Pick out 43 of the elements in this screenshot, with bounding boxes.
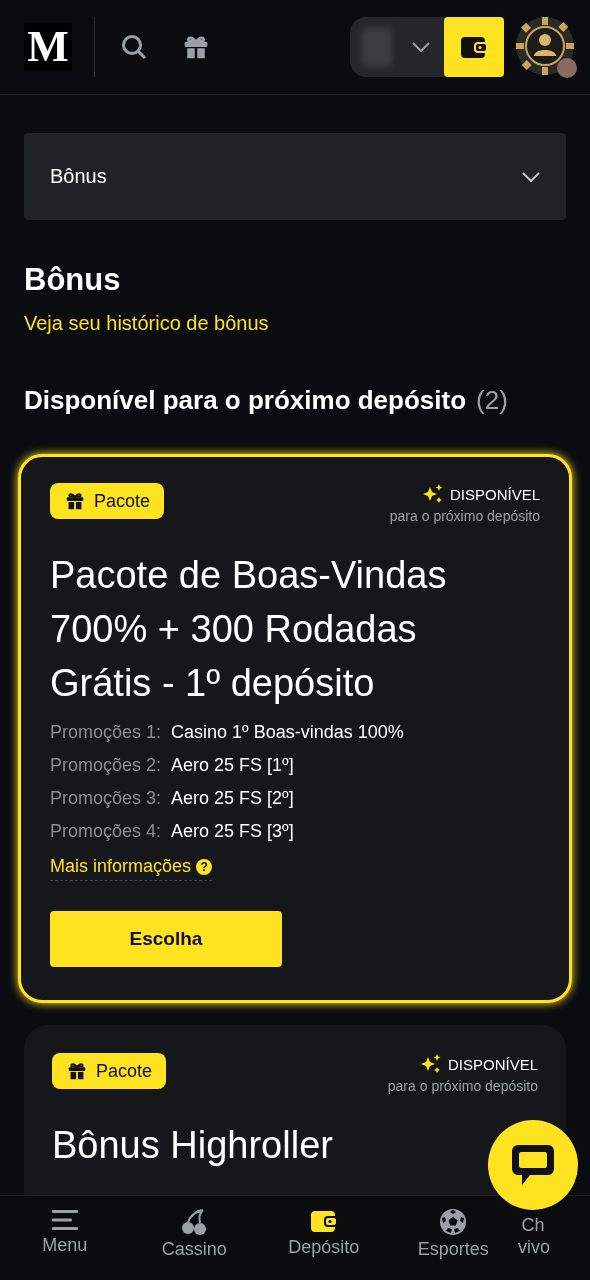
logo[interactable]: M	[24, 23, 72, 71]
nav-tab[interactable]: Depósito	[259, 1208, 389, 1258]
filter-dropdown[interactable]: Bônus	[24, 133, 566, 220]
more-info-link[interactable]: Mais informações ?	[50, 856, 213, 881]
nav-tab[interactable]: Esportes	[388, 1208, 518, 1260]
page-title: Bônus	[24, 262, 122, 298]
help-icon: ?	[196, 858, 213, 875]
wallet-button[interactable]	[444, 17, 504, 77]
nav-tab[interactable]: Cassino	[129, 1208, 259, 1260]
status-label: DISPONÍVEL	[447, 1055, 538, 1073]
status-label: DISPONÍVEL	[449, 485, 540, 503]
package-tag: Pacote	[50, 483, 165, 519]
sparkle-icon	[419, 1053, 442, 1075]
promotion-value: Aero 25 FS [1º]	[171, 755, 295, 776]
search-icon	[121, 34, 147, 60]
nav-tab[interactable]: Menu	[0, 1208, 130, 1256]
gift-icon	[64, 490, 86, 512]
section-title: Disponível para o próximo depósito	[24, 385, 467, 416]
wallet-icon	[460, 34, 488, 60]
promotion-label: Promoções 1:	[50, 722, 162, 743]
promotion-value: Casino 1º Boas-vindas 100%	[171, 722, 405, 743]
gift-icon	[66, 1060, 88, 1082]
balance-selector[interactable]	[350, 17, 504, 77]
history-link[interactable]: Veja seu histórico de bônus	[24, 312, 269, 334]
bonus-title: Bônus Highroller	[52, 1123, 334, 1168]
avatar-icon[interactable]	[514, 15, 578, 79]
section-count: (2)	[476, 385, 508, 416]
bonus-title: Pacote de Boas-Vindas 700% + 300 Rodadas Grátis - 1º depósito	[50, 553, 448, 706]
package-tag: Pacote	[52, 1053, 167, 1089]
nav-tab[interactable]: Ch vivo	[518, 1208, 566, 1258]
choose-button[interactable]: Escolha	[50, 911, 282, 967]
promotion-label: Promoções 2:	[50, 755, 162, 776]
chat-bubble-icon	[510, 1143, 556, 1187]
sparkle-icon	[421, 483, 444, 505]
promotion-value: Aero 25 FS [2º]	[171, 788, 295, 809]
status-note: para o próximo depósito	[389, 508, 540, 524]
promotion-value: Aero 25 FS [3º]	[171, 821, 295, 842]
status-note: para o próximo depósito	[387, 1078, 538, 1094]
promotion-label: Promoções 3:	[50, 788, 162, 809]
chevron-down-icon	[522, 171, 540, 182]
search-button[interactable]	[121, 34, 147, 60]
chevron-down-icon	[412, 42, 430, 52]
promotion-label: Promoções 4:	[50, 821, 162, 842]
